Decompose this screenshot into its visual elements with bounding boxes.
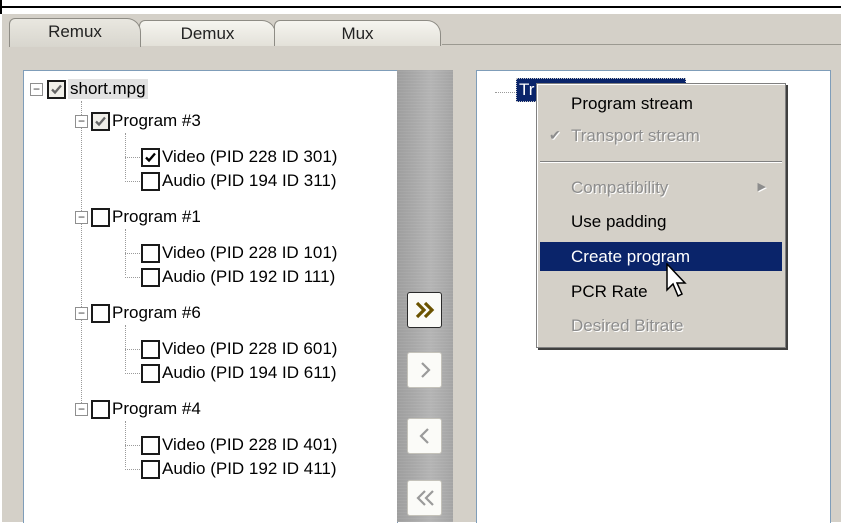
file-name: short.mpg [68, 79, 148, 99]
menu-item-label: Use padding [571, 212, 667, 231]
tree-node-program-3[interactable]: Program #3 [91, 109, 201, 133]
mouse-cursor-icon [666, 263, 687, 298]
menu-item-label: PCR Rate [571, 282, 648, 301]
checkmark-icon [51, 84, 62, 94]
tree-line [125, 181, 142, 182]
menu-item-label: Transport stream [571, 126, 700, 145]
tree-node-stream[interactable]: Video (PID 228 ID 101) [141, 241, 337, 265]
checkbox-program-6[interactable] [91, 303, 110, 323]
checkbox-stream[interactable] [141, 435, 160, 455]
collapse-program-1-icon[interactable]: − [75, 211, 88, 224]
collapse-program-4-icon[interactable]: − [75, 403, 88, 416]
tree-node-stream[interactable]: Audio (PID 194 ID 611) [141, 361, 337, 385]
stream-label: Video (PID 228 ID 101) [162, 243, 338, 262]
stream-label: Audio (PID 192 ID 411) [162, 459, 337, 478]
menu-item-transport-stream[interactable]: ✔ Transport stream [540, 121, 782, 150]
checkbox-program-3[interactable] [91, 111, 110, 131]
tree-line [125, 349, 142, 350]
tab-mux[interactable]: Mux [274, 20, 441, 46]
menu-item-pcr-rate[interactable]: PCR Rate [540, 277, 782, 306]
checkbox-file[interactable] [47, 79, 66, 99]
chevron-right-icon [420, 362, 431, 378]
tree-node-stream[interactable]: Audio (PID 194 ID 311) [141, 169, 337, 193]
check-icon: ✔ [549, 127, 561, 143]
stream-label: Audio (PID 194 ID 611) [162, 363, 337, 382]
tab-remux[interactable]: Remux [9, 18, 141, 47]
tree-line [125, 133, 126, 179]
tree-node-stream[interactable]: Audio (PID 192 ID 411) [141, 457, 337, 481]
stream-label: Video (PID 228 ID 401) [162, 435, 338, 454]
program-label: Program #3 [112, 111, 201, 130]
checkbox-stream[interactable] [141, 363, 160, 383]
program-label: Program #4 [112, 399, 201, 418]
tree-line [125, 445, 142, 446]
program-label: Program #6 [112, 303, 201, 322]
tree-node-program-1[interactable]: Program #1 [91, 205, 201, 229]
double-chevron-left-icon [415, 490, 434, 506]
remove-selected-button[interactable] [407, 418, 442, 454]
checkbox-program-1[interactable] [91, 207, 110, 227]
tree-node-program-4[interactable]: Program #4 [91, 397, 201, 421]
submenu-arrow-icon: ▶ [757, 181, 766, 193]
tree-node-stream[interactable]: Video (PID 228 ID 401) [141, 433, 337, 457]
tree-line [125, 469, 142, 470]
tree-line [125, 253, 142, 254]
stream-label: Audio (PID 192 ID 111) [162, 267, 336, 286]
checkmark-icon [95, 116, 106, 126]
corner-mark [0, 0, 2, 14]
collapse-root-icon[interactable]: − [30, 83, 43, 96]
tree-line [81, 101, 82, 409]
menu-item-label: Program stream [571, 94, 693, 113]
tree-node-program-6[interactable]: Program #6 [91, 301, 201, 325]
tree-line [125, 373, 142, 374]
add-all-button[interactable] [407, 292, 442, 328]
tree-line [125, 157, 142, 158]
double-chevron-right-icon [415, 301, 434, 319]
menu-item-desired-bitrate[interactable]: Desired Bitrate [540, 311, 782, 340]
tree-line [495, 92, 515, 93]
tree-line [125, 325, 126, 371]
menu-item-compatibility[interactable]: Compatibility ▶ [540, 173, 782, 202]
tab-baseline [442, 44, 841, 45]
stream-label: Video (PID 228 ID 301) [162, 147, 338, 166]
tree-line [125, 277, 142, 278]
menu-item-create-program[interactable]: Create program [540, 242, 782, 271]
checkbox-stream[interactable] [141, 267, 160, 287]
tree-node-stream[interactable]: Video (PID 228 ID 601) [141, 337, 337, 361]
menu-separator [540, 161, 782, 163]
tree-node-file[interactable]: short.mpg [47, 77, 148, 101]
collapse-program-3-icon[interactable]: − [75, 115, 88, 128]
tree-line [125, 421, 126, 467]
tab-bar: Remux Demux Mux [2, 14, 841, 47]
stream-label: Audio (PID 194 ID 311) [162, 171, 337, 190]
checkbox-stream[interactable] [141, 243, 160, 263]
source-tree[interactable]: − short.mpg − Program #3 Video (PID 228 … [23, 70, 398, 523]
menu-item-use-padding[interactable]: Use padding [540, 207, 782, 236]
chevron-left-icon [418, 428, 429, 444]
tree-line [125, 229, 126, 275]
collapse-program-6-icon[interactable]: − [75, 307, 88, 320]
tab-demux[interactable]: Demux [139, 20, 276, 46]
program-label: Program #1 [112, 207, 201, 226]
context-menu: Program stream ✔ Transport stream Compat… [536, 83, 786, 348]
tree-node-stream[interactable]: Video (PID 228 ID 301) [141, 145, 337, 169]
checkmark-icon [145, 152, 156, 162]
menu-item-program-stream[interactable]: Program stream [540, 89, 782, 118]
menu-item-label: Desired Bitrate [571, 316, 684, 335]
top-rule [0, 6, 841, 8]
menu-item-label: Compatibility [571, 178, 669, 197]
checkbox-stream[interactable] [141, 147, 160, 167]
add-selected-button[interactable] [407, 352, 442, 388]
checkbox-stream[interactable] [141, 171, 160, 191]
tree-node-stream[interactable]: Audio (PID 192 ID 111) [141, 265, 335, 289]
checkbox-stream[interactable] [141, 459, 160, 479]
checkbox-program-4[interactable] [91, 399, 110, 419]
checkbox-stream[interactable] [141, 339, 160, 359]
stream-label: Video (PID 228 ID 601) [162, 339, 338, 358]
remove-all-button[interactable] [407, 480, 442, 516]
